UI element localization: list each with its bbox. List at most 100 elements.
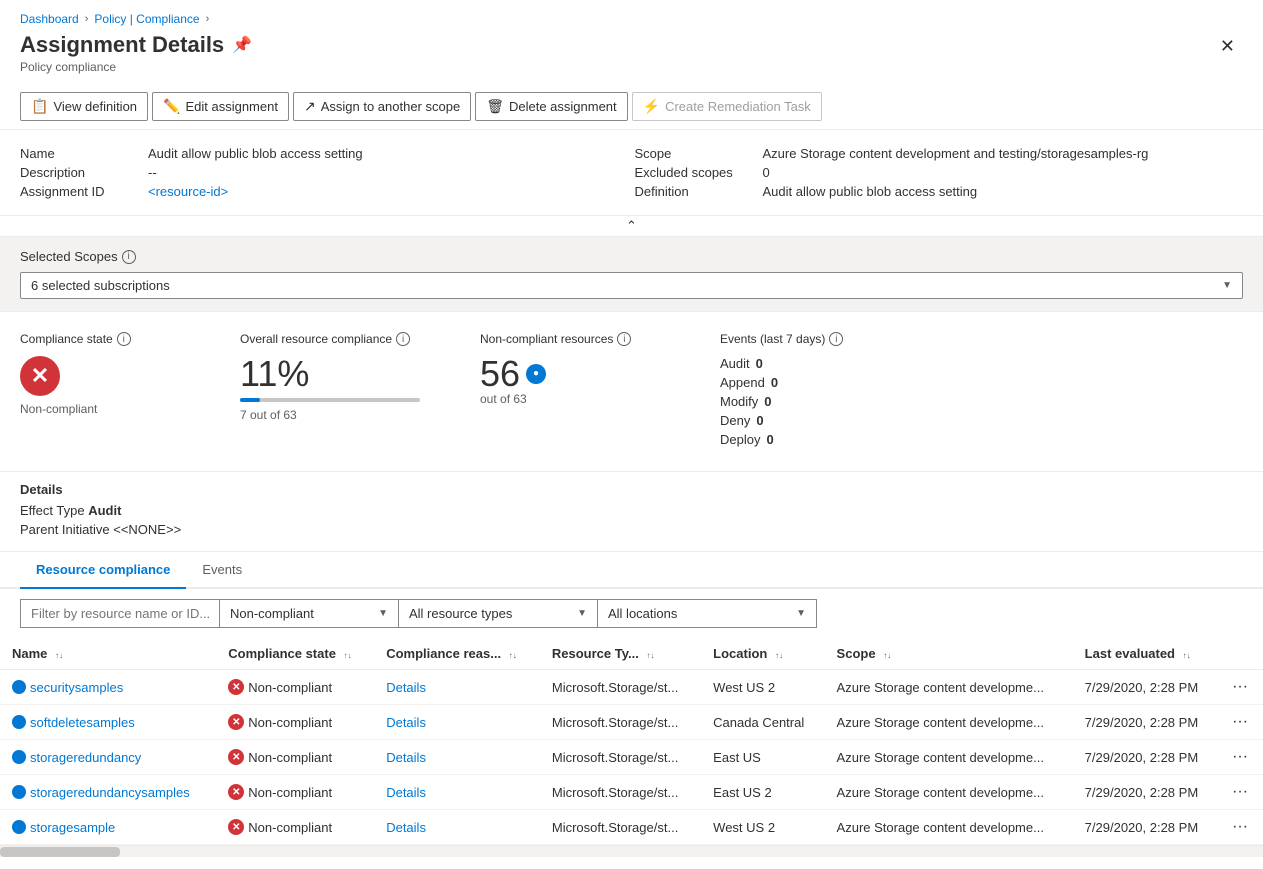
cell-last-evaluated-4: 7/29/2020, 2:28 PM xyxy=(1073,810,1220,845)
cell-location-0: West US 2 xyxy=(701,670,824,705)
bottom-scroll-thumb xyxy=(0,847,120,857)
last-evaluated-sort[interactable]: ↑↓ xyxy=(1183,651,1191,660)
table-row: storagesample ✕ Non-compliant Details Mi… xyxy=(0,810,1263,845)
compliance-filter-dropdown[interactable]: Non-compliant ▼ xyxy=(219,599,399,628)
scopes-info-icon[interactable]: i xyxy=(122,250,136,264)
compliance-state-block: Compliance state i ✕ Non-compliant xyxy=(20,332,220,451)
events-info[interactable]: i xyxy=(829,332,843,346)
resource-types-filter-dropdown[interactable]: All resource types ▼ xyxy=(398,599,598,628)
cell-name-2: storageredundancy xyxy=(0,740,216,775)
details-link-4[interactable]: Details xyxy=(386,820,426,835)
events-block: Events (last 7 days) i Audit 0 Append 0 … xyxy=(720,332,1243,451)
location-sort[interactable]: ↑↓ xyxy=(775,651,783,660)
details-right: Scope Azure Storage content development … xyxy=(635,146,1244,199)
tab-resource-compliance[interactable]: Resource compliance xyxy=(20,552,186,589)
compliance-sub: 7 out of 63 xyxy=(240,408,460,422)
cell-scope-1: Azure Storage content developme... xyxy=(825,705,1073,740)
delete-assignment-button[interactable]: 🗑 Delete assignment xyxy=(475,92,627,121)
view-definition-icon: 📋 xyxy=(31,98,48,115)
resource-link-3[interactable]: storageredundancysamples xyxy=(12,785,204,800)
scope-sort[interactable]: ↑↓ xyxy=(883,651,891,660)
row-more-button-2[interactable]: ··· xyxy=(1232,748,1248,765)
excluded-scopes-row: Excluded scopes 0 xyxy=(635,165,1244,180)
scope-row: Scope Azure Storage content development … xyxy=(635,146,1244,161)
cell-more-4: ··· xyxy=(1220,810,1263,845)
bottom-scrollbar[interactable] xyxy=(0,845,1263,857)
compliance-state-info[interactable]: i xyxy=(117,332,131,346)
row-more-button-3[interactable]: ··· xyxy=(1232,783,1248,800)
row-more-button-0[interactable]: ··· xyxy=(1232,678,1248,695)
toolbar: 📋 View definition ✏️ Edit assignment ↗ A… xyxy=(0,84,1263,130)
event-modify: Modify 0 xyxy=(720,394,1243,409)
assign-scope-button[interactable]: ↗ Assign to another scope xyxy=(293,92,471,121)
non-compliant-resources-block: Non-compliant resources i 56 ● out of 63 xyxy=(480,332,700,451)
events-title: Events (last 7 days) i xyxy=(720,332,1243,346)
cell-name-1: softdeletesamples xyxy=(0,705,216,740)
details-link-0[interactable]: Details xyxy=(386,680,426,695)
nc-count-badge: ● xyxy=(526,364,546,384)
resource-icon-3 xyxy=(12,785,26,799)
resource-link-2[interactable]: storageredundancy xyxy=(12,750,204,765)
col-last-evaluated[interactable]: Last evaluated ↑↓ xyxy=(1073,638,1220,670)
details-link-3[interactable]: Details xyxy=(386,785,426,800)
tab-events[interactable]: Events xyxy=(186,552,258,589)
pin-icon[interactable]: 📌 xyxy=(232,35,252,55)
row-more-button-1[interactable]: ··· xyxy=(1232,713,1248,730)
cell-scope-2: Azure Storage content developme... xyxy=(825,740,1073,775)
cell-name-3: storageredundancysamples xyxy=(0,775,216,810)
cell-compliance-1: ✕ Non-compliant xyxy=(216,705,374,740)
cell-resource-type-4: Microsoft.Storage/st... xyxy=(540,810,701,845)
cell-location-2: East US xyxy=(701,740,824,775)
compliance-state-value: Non-compliant xyxy=(20,402,220,416)
edit-assignment-button[interactable]: ✏️ Edit assignment xyxy=(152,92,289,121)
cell-resource-type-3: Microsoft.Storage/st... xyxy=(540,775,701,810)
compliance-state-sort[interactable]: ↑↓ xyxy=(344,651,352,660)
breadcrumb-dashboard[interactable]: Dashboard xyxy=(20,12,79,26)
cell-last-evaluated-3: 7/29/2020, 2:28 PM xyxy=(1073,775,1220,810)
resource-link-4[interactable]: storagesample xyxy=(12,820,204,835)
collapse-bar[interactable]: ⌃ xyxy=(0,215,1263,236)
resource-link-1[interactable]: softdeletesamples xyxy=(12,715,204,730)
col-name[interactable]: Name ↑↓ xyxy=(0,638,216,670)
cell-last-evaluated-1: 7/29/2020, 2:28 PM xyxy=(1073,705,1220,740)
col-compliance-reason[interactable]: Compliance reas... ↑↓ xyxy=(374,638,540,670)
locations-filter-dropdown[interactable]: All locations ▼ xyxy=(597,599,817,628)
table-header-row: Name ↑↓ Compliance state ↑↓ Compliance r… xyxy=(0,638,1263,670)
non-compliant-count: 56 ● xyxy=(480,356,700,392)
overall-compliance-info[interactable]: i xyxy=(396,332,410,346)
col-resource-type[interactable]: Resource Ty... ↑↓ xyxy=(540,638,701,670)
breadcrumb-policy-compliance[interactable]: Policy | Compliance xyxy=(94,12,199,26)
resource-filter-input[interactable] xyxy=(20,599,220,628)
close-button[interactable]: ✕ xyxy=(1212,32,1243,61)
col-scope[interactable]: Scope ↑↓ xyxy=(825,638,1073,670)
breadcrumb: Dashboard › Policy | Compliance › xyxy=(0,0,1263,32)
resource-type-sort[interactable]: ↑↓ xyxy=(646,651,654,660)
resource-link-0[interactable]: securitysamples xyxy=(12,680,204,695)
row-more-button-4[interactable]: ··· xyxy=(1232,818,1248,835)
non-compliant-info[interactable]: i xyxy=(617,332,631,346)
details-link-1[interactable]: Details xyxy=(386,715,426,730)
details-left: Name Audit allow public blob access sett… xyxy=(20,146,629,199)
cell-last-evaluated-0: 7/29/2020, 2:28 PM xyxy=(1073,670,1220,705)
view-definition-button[interactable]: 📋 View definition xyxy=(20,92,148,121)
definition-row: Definition Audit allow public blob acces… xyxy=(635,184,1244,199)
locations-chevron: ▼ xyxy=(796,608,806,619)
scope-dropdown[interactable]: 6 selected subscriptions ▼ xyxy=(20,272,1243,299)
resource-table-scroll[interactable]: Name ↑↓ Compliance state ↑↓ Compliance r… xyxy=(0,638,1263,845)
compliance-filter-chevron: ▼ xyxy=(378,608,388,619)
events-list: Audit 0 Append 0 Modify 0 Deny 0 Deploy xyxy=(720,356,1243,447)
table-row: storageredundancy ✕ Non-compliant Detail… xyxy=(0,740,1263,775)
name-sort[interactable]: ↑↓ xyxy=(55,651,63,660)
create-remediation-button[interactable]: ⚡ Create Remediation Task xyxy=(632,92,822,121)
description-row: Description -- xyxy=(20,165,629,180)
col-location[interactable]: Location ↑↓ xyxy=(701,638,824,670)
cell-reason-1: Details xyxy=(374,705,540,740)
cell-location-1: Canada Central xyxy=(701,705,824,740)
details-link-2[interactable]: Details xyxy=(386,750,426,765)
nc-x-icon-2: ✕ xyxy=(228,749,244,765)
tabs-bar: Resource compliance Events xyxy=(0,552,1263,589)
compliance-reason-sort[interactable]: ↑↓ xyxy=(509,651,517,660)
panel-header: Assignment Details 📌 Policy compliance ✕ xyxy=(0,32,1263,84)
collapse-icon: ⌃ xyxy=(626,218,637,234)
col-compliance-state[interactable]: Compliance state ↑↓ xyxy=(216,638,374,670)
